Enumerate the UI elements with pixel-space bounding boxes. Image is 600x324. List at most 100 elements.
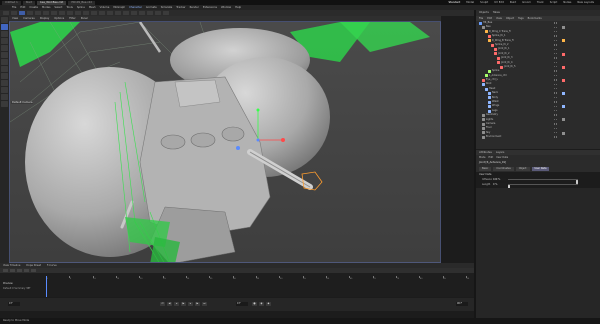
attr-field-value[interactable]: 0 %: [492, 183, 506, 186]
object-row[interactable]: Environment: [476, 135, 600, 139]
snap-icon[interactable]: [1, 80, 8, 86]
tag-icon[interactable]: [562, 105, 565, 109]
cube-icon[interactable]: [107, 11, 113, 15]
polygons-mode-icon[interactable]: [1, 52, 8, 58]
texture-mode-icon[interactable]: [1, 31, 8, 37]
visibility-dots-icon[interactable]: [554, 35, 558, 37]
frame-all-icon[interactable]: [24, 269, 29, 272]
live-selection-icon[interactable]: [19, 11, 25, 15]
tag-icon[interactable]: [562, 78, 565, 82]
pen-icon[interactable]: [115, 11, 121, 15]
subdivision-icon[interactable]: [123, 11, 129, 15]
visibility-dots-icon[interactable]: [554, 52, 558, 55]
autokey-icon[interactable]: ◉: [259, 302, 264, 306]
3d-viewport[interactable]: [9, 21, 441, 263]
visibility-dots-icon[interactable]: [554, 30, 558, 33]
keyframe-selection-icon[interactable]: ◆: [266, 302, 271, 306]
visibility-dots-icon[interactable]: [554, 74, 558, 77]
visibility-dots-icon[interactable]: [554, 44, 558, 46]
attr-tab-object[interactable]: Object: [515, 167, 530, 171]
move-icon[interactable]: [27, 11, 33, 15]
timeline-playhead[interactable]: [46, 276, 47, 297]
tag-icon[interactable]: [562, 26, 565, 30]
current-frame-field[interactable]: 0 F: [236, 302, 248, 306]
snap-icon[interactable]: [31, 269, 36, 272]
object-name[interactable]: Environment: [486, 135, 501, 139]
document-tab[interactable]: Untitled 1: [2, 0, 21, 5]
x-axis-icon[interactable]: [51, 11, 57, 15]
coordinate-system-icon[interactable]: [75, 11, 81, 15]
object-manager[interactable]: HR_Bee Bee R_Wing_C Trans_fl Spline_IK_1 R_W…: [476, 21, 600, 149]
visibility-dots-icon[interactable]: [554, 22, 558, 24]
tag-icon[interactable]: [562, 92, 565, 96]
attr-tab-coordinates[interactable]: Coordinates: [493, 167, 514, 171]
points-mode-icon[interactable]: [1, 38, 8, 44]
floor-icon[interactable]: [147, 11, 153, 15]
undo-icon[interactable]: [3, 11, 9, 15]
light-icon[interactable]: [163, 11, 169, 15]
attr-slider-track[interactable]: [508, 184, 578, 189]
attr-tab-basic[interactable]: Basic: [479, 167, 492, 171]
visibility-dots-icon[interactable]: [554, 83, 558, 86]
visibility-dots-icon[interactable]: [554, 136, 558, 138]
visibility-dots-icon[interactable]: [554, 114, 558, 116]
start-frame-field[interactable]: 0 F: [8, 302, 20, 306]
previous-frame-icon[interactable]: ◂: [174, 302, 179, 306]
document-tab[interactable]: Start: [22, 0, 36, 5]
object-mode-icon[interactable]: [1, 24, 8, 30]
axis-mode-icon[interactable]: [1, 66, 8, 72]
tag-icon[interactable]: [562, 65, 565, 69]
next-frame-icon[interactable]: ▸: [188, 302, 193, 306]
timeline-ruler[interactable]: 0 5 10 15 20 25 30 35 40 45 50 55 60 65 70 75 80 85 90: [46, 276, 472, 282]
lock-icon[interactable]: [1, 94, 8, 100]
render-settings-icon[interactable]: [99, 11, 105, 15]
tag-icon[interactable]: [562, 52, 565, 56]
tag-icon[interactable]: [562, 39, 565, 43]
tag-icon[interactable]: [562, 118, 565, 122]
workplane-icon[interactable]: [1, 87, 8, 93]
bend-icon[interactable]: [139, 11, 145, 15]
edges-mode-icon[interactable]: [1, 45, 8, 51]
visibility-dots-icon[interactable]: [554, 48, 558, 51]
rotate-icon[interactable]: [43, 11, 49, 15]
render-picture-viewer-icon[interactable]: [91, 11, 97, 15]
attr-field-value[interactable]: 100 %: [492, 178, 506, 181]
attr-tab-user-data[interactable]: User Data: [531, 167, 550, 171]
visibility-dots-icon[interactable]: [554, 123, 558, 125]
next-key-icon[interactable]: ▶: [195, 302, 200, 306]
end-frame-field[interactable]: 90 F: [456, 302, 468, 306]
visibility-dots-icon[interactable]: [554, 92, 558, 94]
visibility-dots-icon[interactable]: [554, 101, 558, 103]
visibility-dots-icon[interactable]: [554, 57, 558, 59]
solo-icon[interactable]: [1, 101, 8, 107]
tweak-mode-icon[interactable]: [1, 73, 8, 79]
visibility-dots-icon[interactable]: [554, 88, 558, 90]
visibility-dots-icon[interactable]: [554, 70, 558, 72]
visibility-dots-icon[interactable]: [554, 118, 558, 121]
key-icon[interactable]: [3, 269, 8, 272]
visibility-dots-icon[interactable]: [554, 96, 558, 99]
document-tab-active[interactable]: bee_WorkBee.c4d: [37, 0, 67, 5]
visibility-dots-icon[interactable]: [554, 105, 558, 108]
attr-slider-track[interactable]: [508, 179, 578, 184]
model-mode-icon[interactable]: [1, 17, 8, 23]
visibility-dots-icon[interactable]: [554, 66, 558, 68]
filter-icon[interactable]: [17, 269, 22, 272]
go-to-start-icon[interactable]: ⏮: [160, 302, 165, 306]
array-icon[interactable]: [131, 11, 137, 15]
uv-mode-icon[interactable]: [1, 59, 8, 65]
document-tab[interactable]: HR109_Bee.c4d: [68, 0, 95, 5]
record-icon[interactable]: ●: [252, 302, 257, 306]
visibility-dots-icon[interactable]: [554, 39, 558, 42]
tag-icon[interactable]: [562, 131, 565, 135]
y-axis-icon[interactable]: [59, 11, 65, 15]
visibility-dots-icon[interactable]: [554, 131, 558, 134]
previous-key-icon[interactable]: ◀: [167, 302, 172, 306]
visibility-dots-icon[interactable]: [554, 110, 558, 112]
camera-icon[interactable]: [155, 11, 161, 15]
play-icon[interactable]: ▶: [181, 302, 186, 306]
scale-icon[interactable]: [35, 11, 41, 15]
render-view-icon[interactable]: [83, 11, 89, 15]
visibility-dots-icon[interactable]: [554, 127, 558, 130]
visibility-dots-icon[interactable]: [554, 79, 558, 81]
